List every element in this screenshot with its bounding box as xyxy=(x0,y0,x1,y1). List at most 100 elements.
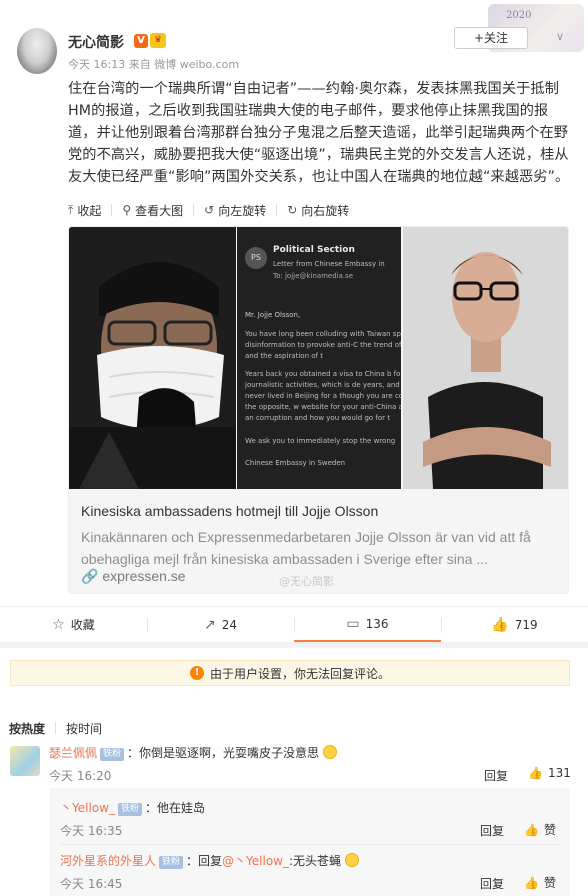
reply-text-row: 丶Yellow_ 铁粉 ：他在娃岛 xyxy=(60,799,205,816)
email-paragraph-2: Years back you obtained a visa to China … xyxy=(245,370,401,422)
comment-like-count: 131 xyxy=(547,766,571,780)
warning-icon: ! xyxy=(189,666,204,680)
sender-avatar: PS xyxy=(245,247,267,269)
user-avatar[interactable] xyxy=(17,28,57,74)
crown-icon: ♛ xyxy=(150,33,166,48)
commenter-avatar[interactable] xyxy=(10,746,40,776)
post-meta: 今天 16:13 来自 微博 weibo.com xyxy=(68,56,239,72)
thumbs-up-icon: 👍 xyxy=(524,823,539,837)
link-source-label: expressen.se xyxy=(102,568,186,584)
reply-time: 今天 16:35 xyxy=(60,824,123,838)
collapse-icon: ⤒ xyxy=(68,202,74,217)
reply-prefix: ：回复 xyxy=(186,854,223,868)
comment-icon: ▭ xyxy=(346,615,360,632)
replies-box: 丶Yellow_ 铁粉 ：他在娃岛 今天 16:35 回复 👍 赞 河外星系的外星人铁… xyxy=(50,788,570,896)
link-icon: 🔗 xyxy=(81,568,99,584)
email-sender: Political Section xyxy=(273,245,355,255)
reply-like-button[interactable]: 👍 赞 xyxy=(524,821,556,838)
source-prefix: 来自 xyxy=(128,58,151,71)
journalist-photo xyxy=(403,227,568,489)
reply-time: 今天 16:45 xyxy=(60,877,123,891)
divider xyxy=(276,204,278,216)
decoration-text: 2020 xyxy=(506,10,532,21)
email-greeting: Mr. Jojje Olsson, xyxy=(245,311,301,319)
favorite-label: 收藏 xyxy=(70,618,95,632)
fan-badge: 铁粉 xyxy=(100,748,125,761)
image-toolbar: ⤒ 收起 ⚲ 查看大图 ↺ 向左旋转 ↻ 向右旋转 xyxy=(68,200,359,220)
chevron-down-icon[interactable]: ∨ xyxy=(556,30,564,43)
email-paragraph-1: You have long been colluding with Taiwan… xyxy=(245,330,401,360)
rotate-left-icon: ↺ xyxy=(204,203,215,217)
link-source[interactable]: 🔗 expressen.se xyxy=(81,568,186,585)
comment-button[interactable]: ▭ 136 xyxy=(294,607,441,642)
comment-time: 今天 16:20 xyxy=(49,769,112,783)
sort-by-hot[interactable]: 按热度 xyxy=(9,720,45,737)
fan-badge: 铁粉 xyxy=(117,803,142,816)
email-screenshot: PS Political Section Letter from Chinese… xyxy=(237,227,401,489)
emoji-icon xyxy=(322,745,337,759)
image-watermark: @无心简影 xyxy=(279,575,334,588)
reply-like-label: 赞 xyxy=(543,823,556,837)
ambassador-photo xyxy=(69,227,236,489)
post-text: 住在台湾的一个瑞典所谓“自由记者”——约翰·奥尔森，发表抹黑我国关于抵制HM的报… xyxy=(68,81,570,185)
post-time[interactable]: 今天 16:13 xyxy=(68,58,125,71)
rotate-right-button[interactable]: ↻ 向右旋转 xyxy=(287,202,349,219)
collapse-label: 收起 xyxy=(77,203,102,218)
comment-sort: 按热度 按时间 xyxy=(9,720,112,737)
thumbs-up-icon: 👍 xyxy=(524,876,539,890)
mention-link[interactable]: @丶Yellow_ xyxy=(222,854,289,868)
repost-icon: ↗ xyxy=(203,616,216,633)
email-signature: Chinese Embassy in Sweden xyxy=(245,459,346,467)
username[interactable]: 无心简影 xyxy=(68,32,124,52)
commenter-name[interactable]: 瑟兰佩佩 xyxy=(49,746,97,760)
search-icon: ⚲ xyxy=(122,203,132,217)
repost-count: 24 xyxy=(221,617,237,632)
collapse-button[interactable]: ⤒ 收起 xyxy=(68,202,101,219)
emoji-icon xyxy=(344,853,359,867)
favorite-button[interactable]: ☆ 收藏 xyxy=(0,607,147,642)
email-to: jojje@kinamedia.se xyxy=(284,272,354,280)
comment-count: 136 xyxy=(365,616,389,631)
sort-by-time[interactable]: 按时间 xyxy=(66,720,102,737)
view-large-button[interactable]: ⚲ 查看大图 xyxy=(122,202,183,219)
divider xyxy=(55,722,57,734)
follow-button[interactable]: +关注 xyxy=(454,27,528,49)
like-button[interactable]: 👍 719 xyxy=(441,607,588,642)
thumbs-up-icon: 👍 xyxy=(528,766,543,780)
comment-reply-button[interactable]: 回复 xyxy=(484,767,508,784)
comment-text: ：你倒是驱逐啊，光耍嘴皮子没意思 xyxy=(127,746,320,760)
replier-name[interactable]: 丶Yellow_ xyxy=(60,801,115,815)
notice-text: 由于用户设置，你无法回复评论。 xyxy=(209,666,390,681)
divider xyxy=(193,204,195,216)
rotate-left-button[interactable]: ↺ 向左旋转 xyxy=(204,202,266,219)
reply-text: :无头苍蝇 xyxy=(289,854,342,868)
comments-section: ! 由于用户设置，你无法回复评论。 按热度 按时间 瑟兰佩佩 铁粉 ：你倒是驱逐啊，… xyxy=(0,648,588,896)
repost-button[interactable]: ↗ 24 xyxy=(147,607,294,642)
verified-badge-icon: V xyxy=(134,34,148,48)
reply-reply-button[interactable]: 回复 xyxy=(480,875,504,892)
reply-reply-button[interactable]: 回复 xyxy=(480,822,504,839)
fan-badge: 铁粉 xyxy=(159,856,184,869)
reply-text-row: 河外星系的外星人 铁粉 ：回复@丶Yellow_:无头苍蝇 xyxy=(60,852,359,869)
star-icon: ☆ xyxy=(52,616,65,633)
thumbs-up-icon: 👍 xyxy=(491,616,509,633)
post-source[interactable]: 微博 weibo.com xyxy=(154,58,239,71)
comment-like-button[interactable]: 👍 131 xyxy=(528,766,571,780)
rotate-right-icon: ↻ xyxy=(287,203,298,217)
replier-name[interactable]: 河外星系的外星人 xyxy=(60,854,156,868)
link-title[interactable]: Kinesiska ambassadens hotmejl till Jojje… xyxy=(81,503,378,519)
reply-like-button[interactable]: 👍 赞 xyxy=(524,874,556,891)
link-card[interactable]: PS Political Section Letter from Chinese… xyxy=(68,226,569,594)
rotate-left-label: 向左旋转 xyxy=(218,203,267,218)
email-to-label: To: xyxy=(273,272,283,280)
email-paragraph-3: We ask you to immediately stop the wrong xyxy=(245,437,396,445)
reply-text: ：他在娃岛 xyxy=(144,801,205,815)
view-large-label: 查看大图 xyxy=(135,203,184,218)
comment-text-row: 瑟兰佩佩 铁粉 ：你倒是驱逐啊，光耍嘴皮子没意思 xyxy=(49,744,337,761)
like-count: 719 xyxy=(514,617,538,632)
email-subject: Letter from Chinese Embassy in xyxy=(273,260,385,268)
action-bar: ☆ 收藏 ↗ 24 ▭ 136 👍 719 xyxy=(0,606,588,642)
link-description: Kinakännaren och Expressenmedarbetaren J… xyxy=(81,529,531,567)
divider xyxy=(111,204,113,216)
reply-like-label: 赞 xyxy=(543,876,556,890)
